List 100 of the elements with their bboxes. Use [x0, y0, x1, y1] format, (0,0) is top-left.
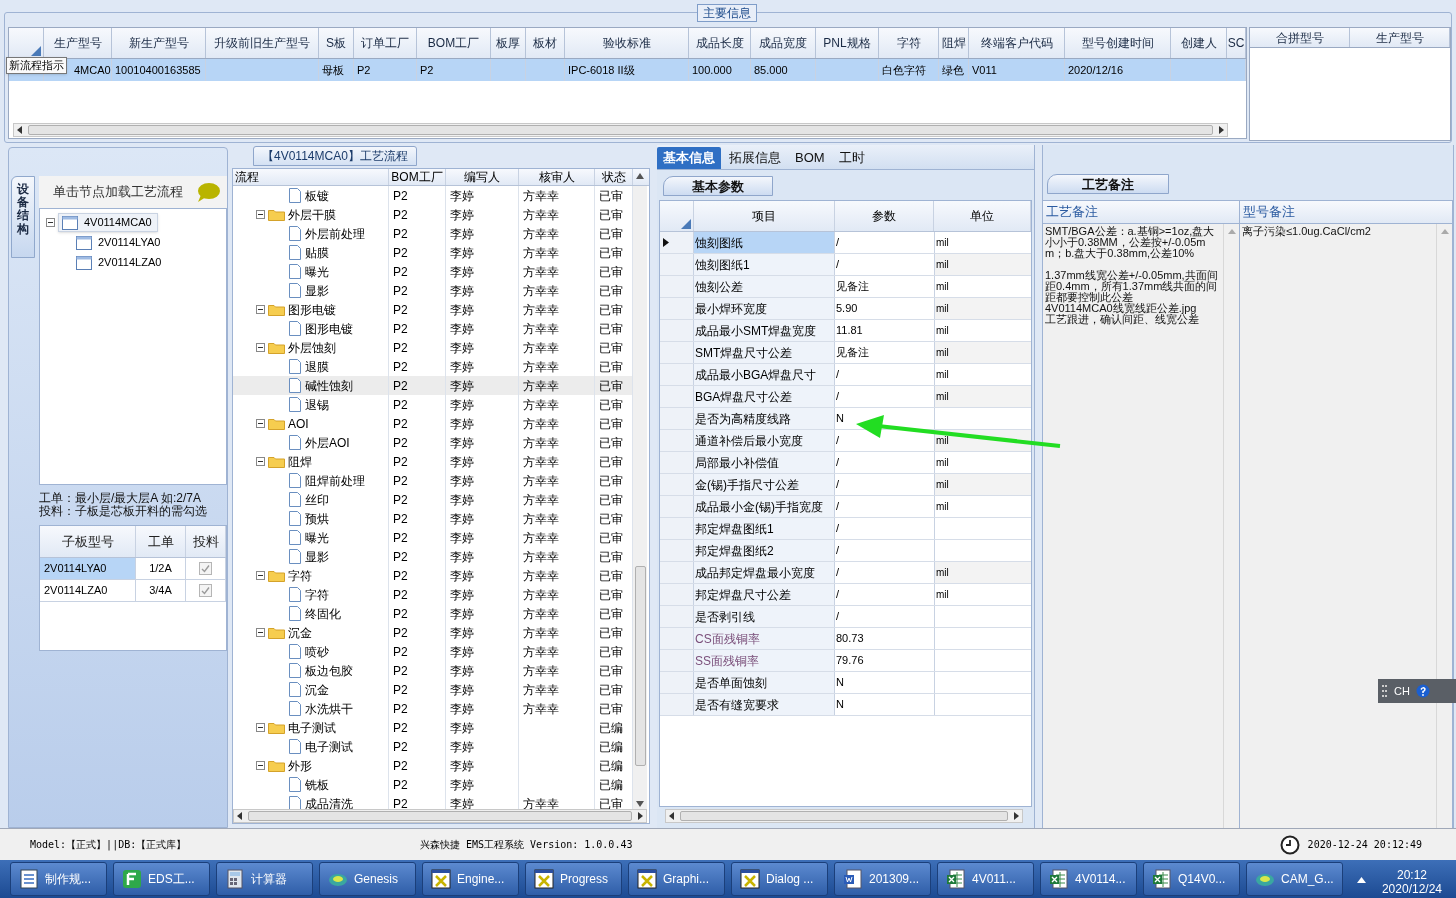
tree-node-label[interactable]: 退锡 [305, 395, 329, 414]
table-cell[interactable]: CS面残铜率 [694, 628, 835, 649]
tree-node[interactable]: 4V0114MCA0 [58, 213, 158, 232]
column-header[interactable]: 投料 [186, 526, 226, 557]
table-cell[interactable]: 蚀刻图纸 [694, 232, 835, 253]
collapse-icon[interactable] [256, 571, 265, 580]
collapse-icon[interactable] [256, 457, 265, 466]
process-row[interactable]: 退锡 P2 李婷 方幸幸 已审 [233, 395, 633, 414]
taskbar-button[interactable]: EDS工... [113, 862, 210, 896]
table-cell[interactable]: 邦定焊盘图纸1 [694, 518, 835, 539]
column-header[interactable]: 生产型号 [1350, 28, 1450, 47]
tree-node-label[interactable]: 图形电镀 [288, 300, 336, 319]
table-cell[interactable]: / [835, 474, 935, 495]
taskbar-button[interactable]: 4V011... [937, 862, 1034, 896]
collapse-icon[interactable] [256, 210, 265, 219]
table-cell[interactable]: / [835, 518, 935, 539]
table-cell[interactable]: 见备注 [835, 276, 935, 297]
collapse-icon[interactable] [256, 761, 265, 770]
tree-node-label[interactable]: 沉金 [288, 623, 312, 642]
table-cell[interactable]: 5.90 [835, 298, 935, 319]
tree-node-label[interactable]: 外形 [288, 756, 312, 775]
process-row[interactable]: 沉金 P2 李婷 方幸幸 已审 [233, 680, 633, 699]
tree-node-label[interactable]: 外层干膜 [288, 205, 336, 224]
column-header[interactable]: 核审人 [519, 169, 595, 185]
process-row[interactable]: 电子测试 P2 李婷 已编 [233, 737, 633, 756]
table-cell[interactable]: N [835, 672, 935, 693]
horizontal-scrollbar[interactable] [13, 123, 1228, 137]
column-header[interactable]: 终端客户代码 [969, 28, 1065, 58]
tree-node-label[interactable]: 字符 [288, 566, 312, 585]
table-cell[interactable]: 蚀刻图纸1 [694, 254, 835, 275]
table-cell[interactable]: 成品最小SMT焊盘宽度 [694, 320, 835, 341]
tree-node-label[interactable]: 外层蚀刻 [288, 338, 336, 357]
tree-node-label[interactable]: 阻焊 [288, 452, 312, 471]
tab[interactable]: 工艺备注 [1047, 174, 1169, 194]
process-row[interactable]: 外层AOI P2 李婷 方幸幸 已审 [233, 433, 633, 452]
process-row[interactable]: 显影 P2 李婷 方幸幸 已审 [233, 547, 633, 566]
process-row[interactable]: 贴膜 P2 李婷 方幸幸 已审 [233, 243, 633, 262]
column-header[interactable]: 成品长度 [689, 28, 751, 58]
table-cell[interactable]: / [835, 430, 935, 451]
column-header[interactable]: 编写人 [446, 169, 519, 185]
process-row[interactable]: 丝印 P2 李婷 方幸幸 已审 [233, 490, 633, 509]
table-cell[interactable]: 成品最小金(锡)手指宽度 [694, 496, 835, 517]
process-row[interactable]: 字符 P2 李婷 方幸幸 已审 [233, 585, 633, 604]
process-row[interactable]: 图形电镀 P2 李婷 方幸幸 已审 [233, 300, 633, 319]
tree-node-label[interactable]: 铣板 [305, 775, 329, 794]
table-cell[interactable]: 金(锡)手指尺寸公差 [694, 474, 835, 495]
process-row[interactable]: 沉金 P2 李婷 方幸幸 已审 [233, 623, 633, 642]
table-cell[interactable]: 最小焊环宽度 [694, 298, 835, 319]
column-header[interactable]: BOM工厂 [389, 169, 446, 185]
column-header[interactable]: 新生产型号 [112, 28, 206, 58]
tree-node-label[interactable]: 板边包胶 [305, 661, 353, 680]
tree-node-label[interactable]: AOI [288, 414, 309, 433]
process-row[interactable]: 外层蚀刻 P2 李婷 方幸幸 已审 [233, 338, 633, 357]
process-row[interactable]: 曝光 P2 李婷 方幸幸 已审 [233, 528, 633, 547]
table-cell[interactable]: / [835, 254, 935, 275]
tree-node-label[interactable]: 曝光 [305, 528, 329, 547]
tab[interactable]: 基本信息 [657, 147, 721, 169]
tree-node-label[interactable]: 碱性蚀刻 [305, 376, 353, 395]
column-header[interactable]: 合拼型号 [1250, 28, 1350, 47]
table-cell[interactable]: 79.76 [835, 650, 935, 671]
tree-node-label[interactable]: 板镀 [305, 186, 329, 205]
table-cell[interactable]: 邦定焊盘图纸2 [694, 540, 835, 561]
table-cell[interactable]: 是否剥引线 [694, 606, 835, 627]
collapse-icon[interactable] [256, 343, 265, 352]
checkbox[interactable] [199, 562, 212, 575]
table-cell[interactable]: / [835, 540, 935, 561]
tree-node-label[interactable]: 显影 [305, 281, 329, 300]
table-cell[interactable]: / [835, 386, 935, 407]
process-row[interactable]: 阻焊 P2 李婷 方幸幸 已审 [233, 452, 633, 471]
taskbar-time[interactable]: 20:12 [1396, 868, 1427, 882]
collapse-icon[interactable] [256, 628, 265, 637]
process-row[interactable]: 显影 P2 李婷 方幸幸 已审 [233, 281, 633, 300]
table-cell[interactable]: BGA焊盘尺寸公差 [694, 386, 835, 407]
column-header[interactable]: 创建人 [1171, 28, 1227, 58]
table-cell[interactable]: 成品最小BGA焊盘尺寸 [694, 364, 835, 385]
table-cell[interactable]: 成品邦定焊盘最小宽度 [694, 562, 835, 583]
column-header[interactable]: BOM工厂 [417, 28, 491, 58]
process-row[interactable]: 电子测试 P2 李婷 已编 [233, 718, 633, 737]
checkbox[interactable] [199, 584, 212, 597]
vertical-scrollbar[interactable] [633, 186, 647, 809]
tree-node-label[interactable]: 阻焊前处理 [305, 471, 365, 490]
process-row[interactable]: 铣板 P2 李婷 已编 [233, 775, 633, 794]
process-row[interactable]: 阻焊前处理 P2 李婷 方幸幸 已审 [233, 471, 633, 490]
column-header[interactable]: 成品宽度 [751, 28, 816, 58]
table-cell[interactable]: 局部最小补偿值 [694, 452, 835, 473]
process-row[interactable]: 预烘 P2 李婷 方幸幸 已审 [233, 509, 633, 528]
column-header[interactable]: 字符 [879, 28, 939, 58]
table-cell[interactable]: 邦定焊盘尺寸公差 [694, 584, 835, 605]
column-header[interactable]: 项目 [694, 201, 835, 231]
column-header[interactable]: 工单 [136, 526, 186, 557]
taskbar-button[interactable]: Genesis [319, 862, 416, 896]
tab[interactable]: 工时 [832, 147, 871, 169]
table-cell[interactable]: / [835, 364, 935, 385]
taskbar-button[interactable]: Graphi... [628, 862, 725, 896]
taskbar-button[interactable]: 制作规... [10, 862, 107, 896]
collapse-icon[interactable] [256, 419, 265, 428]
table-cell[interactable]: SS面残铜率 [694, 650, 835, 671]
column-header[interactable]: 板厚 [491, 28, 526, 58]
collapse-icon[interactable] [256, 305, 265, 314]
table-cell[interactable]: SMT焊盘尺寸公差 [694, 342, 835, 363]
